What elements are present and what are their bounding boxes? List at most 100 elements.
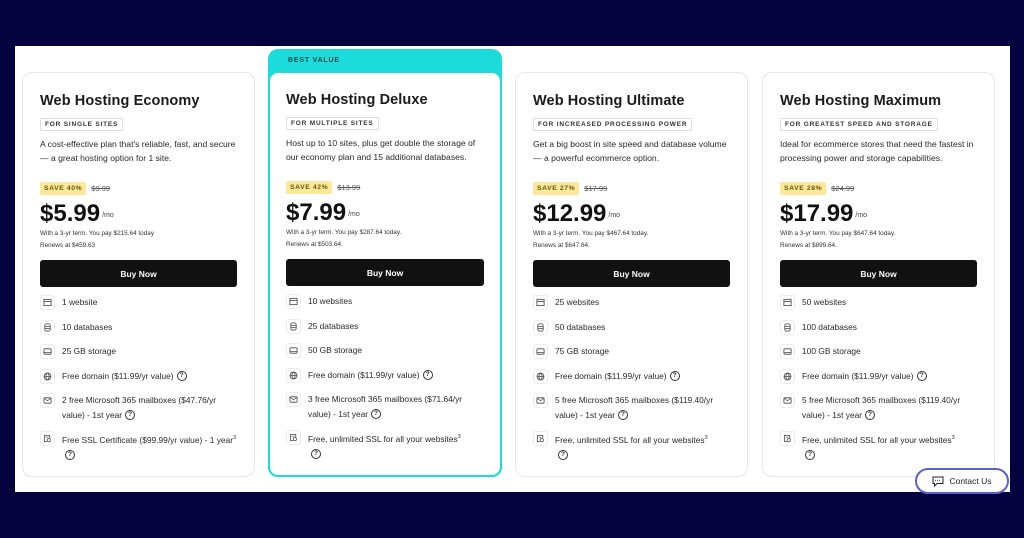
save-badge: SAVE 27%: [533, 181, 580, 195]
buy-now-button[interactable]: Buy Now: [286, 259, 484, 286]
globe-icon: [286, 367, 301, 383]
old-price: $9.99: [91, 183, 111, 193]
feature-domain: Free domain ($11.99/yr value)?: [40, 368, 237, 394]
renewal-note: Renews at $899.64.: [780, 242, 837, 249]
mail-icon: [533, 393, 548, 408]
old-price: $24.99: [831, 183, 855, 193]
ssl-certificate-icon: [286, 430, 301, 445]
save-row: SAVE 42% $13.99: [286, 180, 484, 194]
old-price: $17.99: [584, 183, 608, 193]
contact-us-button[interactable]: Contact Us: [915, 468, 1009, 494]
feature-storage: 50 GB storage: [286, 343, 484, 368]
help-icon[interactable]: ?: [618, 410, 629, 421]
price-period: /mo: [348, 211, 360, 218]
feature-text: 75 GB storage: [555, 346, 610, 356]
feature-text: Free, unlimited SSL for all your website…: [555, 434, 705, 445]
feature-text: Free domain ($11.99/yr value): [62, 370, 174, 381]
footnote-marker: 3: [457, 434, 461, 440]
help-icon[interactable]: ?: [669, 371, 680, 382]
plan-tag: FOR GREATEST SPEED AND STORAGE: [780, 118, 938, 131]
ssl-certificate-icon: [40, 431, 55, 446]
price-row: $17.99 /mo: [780, 199, 977, 227]
globe-icon: [533, 368, 548, 384]
ssl-certificate-icon: [533, 431, 548, 446]
buy-now-button[interactable]: Buy Now: [40, 260, 237, 287]
feature-mailboxes: 5 free Microsoft 365 mailboxes ($119.40/…: [780, 393, 977, 431]
feature-domain: Free domain ($11.99/yr value)?: [533, 368, 730, 394]
browser-window-icon: [286, 294, 301, 309]
help-icon[interactable]: ?: [176, 371, 187, 382]
help-icon[interactable]: ?: [865, 410, 876, 421]
price: $12.99: [533, 200, 607, 227]
footnote-marker: 3: [951, 435, 955, 441]
feature-storage: 100 GB storage: [780, 344, 977, 369]
plan-title: Web Hosting Economy: [40, 93, 200, 109]
feature-mailboxes: 2 free Microsoft 365 mailboxes ($47.76/y…: [40, 393, 237, 431]
term-note: With a 3-yr term. You pay $467.64 today.: [533, 230, 649, 237]
plan-card-2: Web Hosting Deluxe FOR MULTIPLE SITES Ho…: [268, 71, 502, 477]
feature-domain: Free domain ($11.99/yr value)?: [780, 368, 977, 394]
feature-ssl: Free SSL Certificate ($99.99/yr value) -…: [40, 431, 237, 469]
feature-websites: 50 websites: [780, 295, 977, 320]
feature-databases: 100 databases: [780, 319, 977, 345]
feature-list: 10 websites 25 databases 50 GB storage F…: [286, 294, 484, 468]
help-icon[interactable]: ?: [558, 450, 568, 461]
feature-text: 50 websites: [802, 297, 847, 307]
feature-text: 25 GB storage: [62, 346, 117, 356]
feature-databases: 25 databases: [286, 318, 484, 344]
plan-title: Web Hosting Deluxe: [286, 92, 428, 108]
price-period: /mo: [608, 212, 621, 219]
feature-storage: 75 GB storage: [533, 344, 730, 369]
term-note: With a 3-yr term. You pay $647.64 today.: [780, 230, 896, 237]
feature-text: 50 databases: [555, 321, 606, 332]
feature-text: Free domain ($11.99/yr value): [308, 369, 420, 380]
save-row: SAVE 28% $24.99: [780, 181, 977, 195]
mail-icon: [286, 392, 301, 407]
plan-tag: FOR INCREASED PROCESSING POWER: [533, 118, 693, 131]
help-icon[interactable]: ?: [311, 449, 321, 460]
help-icon[interactable]: ?: [125, 410, 136, 421]
feature-ssl: Free, unlimited SSL for all your website…: [780, 431, 977, 469]
renewal-note: Renews at $459.63: [40, 242, 96, 249]
plan-tag: FOR SINGLE SITES: [40, 118, 124, 131]
hard-drive-icon: [40, 344, 55, 359]
feature-text: Free SSL Certificate ($99.99/yr value) -…: [62, 434, 233, 445]
feature-domain: Free domain ($11.99/yr value)?: [286, 367, 484, 393]
footnote-marker: 3: [704, 435, 708, 441]
price-row: $5.99 /mo: [40, 199, 237, 227]
mail-icon: [40, 393, 55, 408]
hard-drive-icon: [286, 343, 301, 358]
feature-text: Free, unlimited SSL for all your website…: [308, 433, 458, 444]
browser-window-icon: [780, 295, 795, 310]
save-row: SAVE 40% $9.99: [40, 181, 237, 195]
help-icon[interactable]: ?: [805, 450, 815, 461]
feature-websites: 1 website: [40, 295, 237, 320]
feature-text: 2 free Microsoft 365 mailboxes ($47.76/y…: [62, 395, 217, 420]
feature-text: 3 free Microsoft 365 mailboxes ($71.64/y…: [308, 394, 463, 419]
help-icon[interactable]: ?: [916, 371, 927, 382]
feature-ssl: Free, unlimited SSL for all your website…: [533, 431, 730, 469]
help-icon[interactable]: ?: [422, 370, 433, 381]
browser-window-icon: [40, 295, 55, 310]
old-price: $13.99: [337, 182, 361, 192]
renewal-note: Renews at $647.64.: [533, 242, 590, 249]
feature-ssl: Free, unlimited SSL for all your website…: [286, 430, 484, 468]
database-icon: [780, 319, 795, 335]
buy-now-button[interactable]: Buy Now: [533, 260, 730, 287]
plan-card-4: Web Hosting Maximum FOR GREATEST SPEED A…: [762, 72, 995, 477]
price-row: $7.99 /mo: [286, 198, 484, 226]
mail-icon: [780, 393, 795, 408]
feature-text: 1 website: [62, 297, 98, 307]
price: $17.99: [780, 200, 854, 227]
feature-text: 50 GB storage: [308, 345, 363, 355]
globe-icon: [780, 368, 795, 384]
feature-text: Free domain ($11.99/yr value): [802, 370, 914, 381]
chat-icon: [932, 476, 944, 487]
hard-drive-icon: [533, 344, 548, 359]
feature-list: 50 websites 100 databases 100 GB storage…: [780, 295, 977, 469]
help-icon[interactable]: ?: [371, 409, 382, 420]
buy-now-button[interactable]: Buy Now: [780, 260, 977, 287]
database-icon: [40, 319, 55, 335]
plan-description: A cost-effective plan that's reliable, f…: [40, 139, 236, 163]
help-icon[interactable]: ?: [65, 450, 75, 461]
